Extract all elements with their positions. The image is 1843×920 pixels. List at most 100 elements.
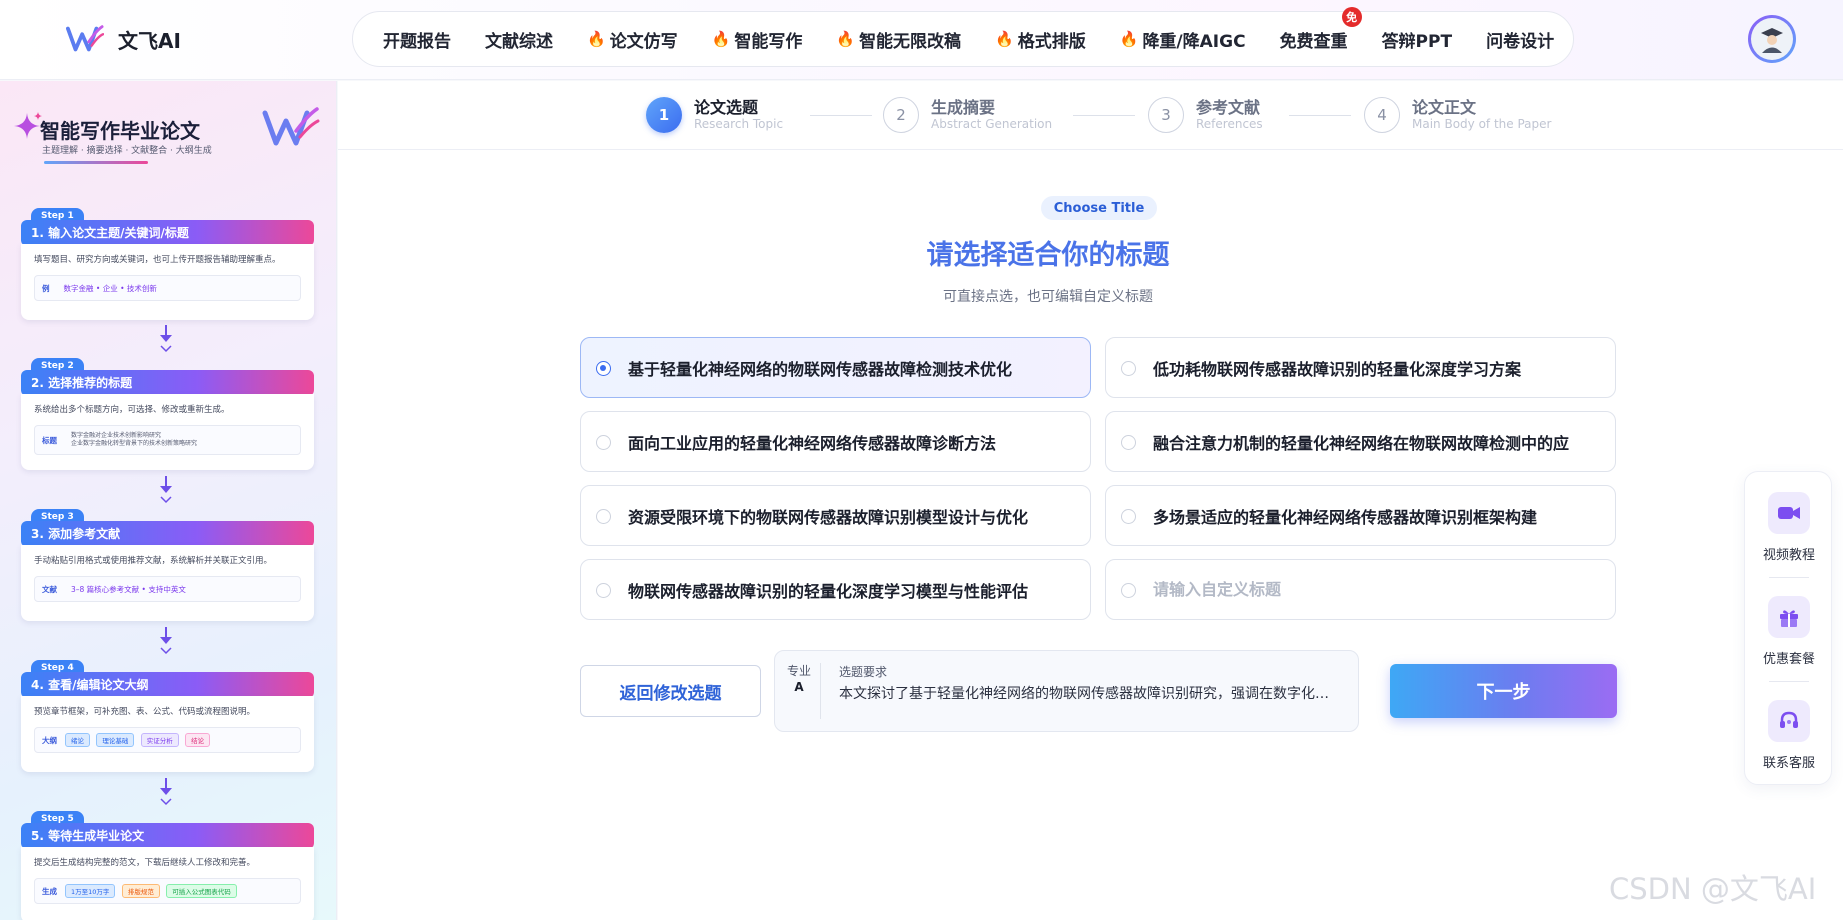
nav-item-reduce-aigc[interactable]: 🔥 降重/降AIGC [1120,27,1246,52]
step-subtitle: Research Topic [694,117,784,131]
fire-icon: 🔥 [587,30,606,48]
discount-package-button[interactable]: 优惠套餐 [1745,596,1833,667]
step-body: 系统给出多个标题方向，可选择、修改或重新生成。 标题 数字金融对企业技术创新影响… [21,394,314,470]
step-title: 参考文献 [1196,98,1261,117]
title-option-4[interactable]: 融合注意力机制的轻量化神经网络在物联网故障检测中的应 [1105,411,1616,472]
fire-icon: 🔥 [836,30,856,48]
brand[interactable]: 文飞AI [66,22,181,56]
radio-button[interactable] [1121,361,1136,376]
avatar[interactable] [1748,15,1796,63]
step-title: 2. 选择推荐的标题 [21,370,314,396]
step-number: 2 [883,97,919,133]
title-option-7[interactable]: 物联网传感器故障识别的轻量化深度学习模型与性能评估 [580,559,1091,620]
fire-icon: 🔥 [1119,30,1139,48]
step-number: 1 [646,97,682,133]
step-title: 生成摘要 [931,98,996,117]
nav-item-defense-ppt[interactable]: 答辩PPT [1382,27,1453,52]
brand-logo-icon [262,107,320,146]
gen-chip: 1万至10万字 [65,884,116,898]
radio-button[interactable] [596,509,611,524]
sidebar-subtitle: 主题理解 · 摘要选择 · 文献整合 · 大纲生成 [42,146,212,156]
guide-step-5: Step 5 5. 等待生成毕业论文 提交后生成结构完整的范文，下载后继续人工修… [21,811,314,920]
gen-chip: 可插入公式图表代码 [166,884,237,898]
nav-item-unlimited-revision[interactable]: 🔥 智能无限改稿 [836,27,961,52]
stepper-step-1[interactable]: 1 论文选题 Research Topic [646,97,783,133]
page-subtitle: 可直接点选，也可编辑自定义标题 [943,289,1153,305]
down-arrow-icon [160,627,172,655]
title-option-5[interactable]: 资源受限环境下的物联网传感器故障识别模型设计与优化 [580,485,1091,546]
next-step-button[interactable]: 下一步 [1390,664,1617,718]
fire-icon: 🔥 [711,30,731,48]
outline-chip: 实证分析 [140,733,179,747]
requirements-text[interactable]: 本文探讨了基于轻量化神经网络的物联网传感器故障识别研究，强调在数字化转型背景下技… [839,683,1339,703]
fire-icon: 🔥 [995,30,1014,48]
step-title: 5. 等待生成毕业论文 [21,823,314,849]
step-subtitle: Main Body of the Paper [1412,117,1552,131]
step-title: 4. 查看/编辑论文大纲 [21,672,314,698]
major-label: 专业 A [787,664,812,694]
guide-sidebar: 智能写作毕业论文 主题理解 · 摘要选择 · 文献整合 · 大纲生成 Step … [0,81,337,920]
title-option-2[interactable]: 低功耗物联网传感器故障识别的轻量化深度学习方案 [1105,337,1616,398]
stepper-step-3[interactable]: 3 参考文献 References [1148,97,1263,133]
step-title: 3. 添加参考文献 [21,521,314,547]
stepper-step-4[interactable]: 4 论文正文 Main Body of the Paper [1364,97,1551,133]
down-arrow-icon [160,476,172,504]
title-option-1[interactable]: 基于轻量化神经网络的物联网传感器故障检测技术优化 [580,337,1091,398]
nav-item-questionnaire[interactable]: 问卷设计 [1486,27,1554,52]
outline-chip: 理论基础 [96,733,135,747]
stepper-connector [1073,115,1135,116]
nav-item-free-check[interactable]: 免费查重免 [1280,6,1362,52]
sidebar-title: 智能写作毕业论文 [40,119,200,143]
step-number: 4 [1364,97,1400,133]
step-title: 论文选题 [694,98,759,117]
step-example: 大纲 绪论 理论基础 实证分析 结论 [34,727,301,753]
topic-requirements-panel: 专业 A 选题要求 本文探讨了基于轻量化神经网络的物联网传感器故障识别研究，强调… [774,650,1359,732]
choose-title-tag: Choose Title [1041,196,1157,220]
watermark: CSDN @文飞AI [1609,872,1817,906]
down-arrow-icon [160,778,172,806]
step-desc: 系统给出多个标题方向，可选择、修改或重新生成。 [34,405,230,415]
step-example: 生成 1万至10万字 排版规范 可插入公式图表代码 [34,878,301,904]
title-option-3[interactable]: 面向工业应用的轻量化神经网络传感器故障诊断方法 [580,411,1091,472]
title-option-6[interactable]: 多场景适应的轻量化神经网络传感器故障识别框架构建 [1105,485,1616,546]
contact-support-button[interactable]: 联系客服 [1745,700,1833,771]
radio-button[interactable] [1121,583,1136,598]
radio-button[interactable] [596,435,611,450]
stepper-connector [1289,115,1351,116]
headset-icon [1768,700,1810,742]
divider [820,663,821,719]
page-title: 请选择适合你的标题 [926,240,1170,271]
step-desc: 手动粘贴引用格式或使用推荐文献，系统解析并关联正文引用。 [34,556,273,566]
divider [1769,577,1809,578]
nav-item-smart-writing[interactable]: 🔥 智能写作 [712,27,803,52]
video-camera-icon [1768,492,1810,534]
step-body: 填写题目、研究方向或关键词，也可上传开题报告辅助理解重点。 例 数字金融 • 企… [21,244,314,320]
divider [1769,681,1809,682]
free-badge: 免 [1341,6,1362,27]
brand-name: 文飞AI [118,28,181,53]
main-nav: 开题报告 文献综述 🔥 论文仿写 🔥 智能写作 🔥 智能无限改稿 🔥 格式排版 🔥 降重/… [352,6,1574,67]
down-arrow-icon [160,325,172,353]
custom-title-option[interactable] [1105,559,1616,620]
video-tutorial-button[interactable]: 视频教程 [1745,492,1833,563]
radio-button[interactable] [596,583,611,598]
sparkle-icon [14,112,42,139]
custom-title-input[interactable] [1153,580,1573,599]
gen-chip: 排版规范 [121,884,160,898]
nav-item-paper-imitation[interactable]: 🔥 论文仿写 [587,27,678,52]
nav-item-opening-report[interactable]: 开题报告 [383,27,451,52]
nav-item-format-layout[interactable]: 🔥 格式排版 [995,27,1086,52]
back-modify-topic-button[interactable]: 返回修改选题 [580,665,761,717]
radio-button[interactable] [1121,509,1136,524]
radio-button[interactable] [1121,435,1136,450]
stepper-connector [810,115,872,116]
guide-step-4: Step 4 4. 查看/编辑论文大纲 预览章节框架，可补充图、表、公式、代码或… [21,660,314,772]
step-desc: 填写题目、研究方向或关键词，也可上传开题报告辅助理解重点。 [34,255,281,265]
step-title: 1. 输入论文主题/关键词/标题 [21,220,314,246]
sidebar-underline [44,161,148,164]
nav-item-literature-review[interactable]: 文献综述 [485,27,553,52]
stepper-step-2[interactable]: 2 生成摘要 Abstract Generation [883,97,1052,133]
radio-button[interactable] [596,361,611,376]
top-header: 文飞AI 开题报告 文献综述 🔥 论文仿写 🔥 智能写作 🔥 智能无限改稿 🔥 格式排版… [0,0,1843,80]
step-desc: 提交后生成结构完整的范文，下载后继续人工修改和完善。 [34,858,256,868]
